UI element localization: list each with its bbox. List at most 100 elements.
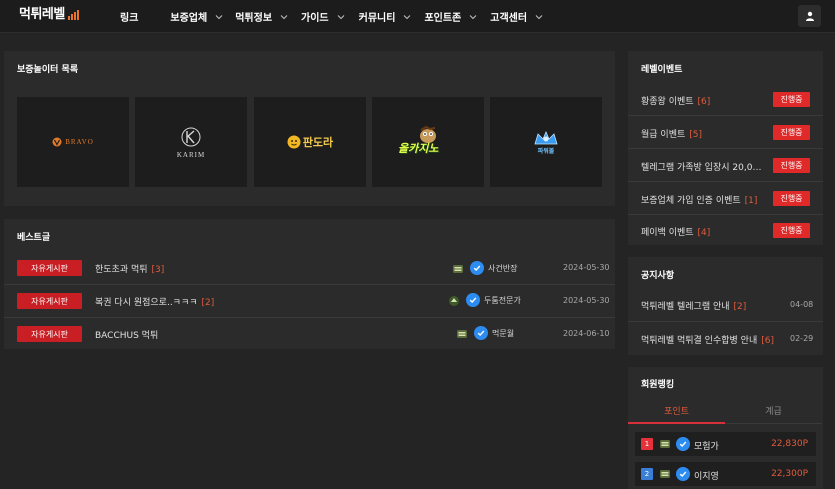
- post-title[interactable]: 복권 다시 원점으로..ㅋㅋㅋ [2]: [95, 295, 214, 308]
- ranking-row[interactable]: 1 모험가 22,830P: [635, 432, 816, 456]
- bravo-logo-icon: [52, 137, 62, 147]
- tab-rank-grade[interactable]: 계급: [725, 398, 822, 424]
- level-badge-icon: [660, 470, 670, 478]
- status-badge: 진행중: [773, 158, 810, 173]
- category-badge[interactable]: 자유게시판: [17, 326, 82, 342]
- partner-card-bravo[interactable]: BRAVO: [17, 97, 129, 187]
- karim-crest-icon: [181, 127, 201, 147]
- member-name[interactable]: 모험가: [694, 439, 719, 452]
- event-title-text: 페이백 이벤트: [641, 228, 694, 238]
- event-title-text: 황종왕 이벤트: [641, 97, 694, 107]
- tab-points[interactable]: 포인트: [628, 398, 725, 424]
- member-points: 22,300P: [771, 469, 808, 479]
- event-title[interactable]: 보증업체 가입 인증 이벤트 [1]: [641, 193, 757, 206]
- partner-card-powerball[interactable]: 파워볼: [490, 97, 602, 187]
- level-badge-icon: [453, 265, 463, 273]
- pandora-face-icon: [287, 135, 301, 149]
- event-row[interactable]: 보증업체 가입 인증 이벤트 [1] 진행중: [628, 182, 823, 215]
- post-date: 2024-05-30: [563, 296, 610, 305]
- nav-item-scam-info[interactable]: 먹튀정보: [235, 0, 288, 33]
- allcasino-logo-text: 올카지노: [398, 142, 439, 155]
- nav-label: 링크: [120, 13, 139, 24]
- notice-date: 02-29: [790, 334, 814, 343]
- notices-title: 공지사항: [641, 271, 675, 281]
- logo-bars-icon: [67, 10, 79, 20]
- event-count: [6]: [697, 97, 711, 107]
- event-row[interactable]: 페이백 이벤트 [4] 진행중: [628, 214, 823, 247]
- verified-icon: [474, 326, 488, 340]
- powerball-logo: 파워볼: [533, 130, 559, 155]
- event-title[interactable]: 텔레그램 가족방 입장시 20,000…: [641, 160, 763, 173]
- tab-label: 포인트: [664, 406, 689, 417]
- ranking-row[interactable]: 2 이지영 22,300P: [635, 462, 816, 486]
- event-count: [1]: [744, 196, 758, 206]
- category-badge[interactable]: 자유게시판: [17, 293, 82, 309]
- nav-label: 보증업체: [170, 13, 208, 24]
- powerball-logo-text: 파워볼: [537, 147, 555, 155]
- event-title[interactable]: 페이백 이벤트 [4]: [641, 225, 710, 238]
- partner-card-pandora[interactable]: 판도라: [254, 97, 366, 187]
- notice-date: 04-08: [790, 300, 814, 309]
- event-row[interactable]: 텔레그램 가족방 입장시 20,000… 진행중: [628, 149, 823, 182]
- event-title-text: 텔레그램 가족방 입장시 20,000…: [641, 163, 763, 173]
- partner-card-karim[interactable]: KARIM: [135, 97, 247, 187]
- status-badge: 진행중: [773, 223, 810, 238]
- event-row[interactable]: 황종왕 이벤트 [6] 진행중: [628, 83, 823, 116]
- verified-icon: [466, 293, 480, 307]
- verified-icon: [676, 437, 690, 451]
- notice-title-text: 먹튀레벨 텔레그램 안내: [641, 302, 730, 312]
- rank-number: 1: [641, 438, 653, 450]
- post-title[interactable]: BACCHUS 먹튀: [95, 328, 162, 341]
- tab-label: 계급: [765, 407, 782, 417]
- notice-count: [2]: [733, 302, 747, 312]
- nav-item-support[interactable]: 고객센터: [490, 0, 543, 33]
- level-badge-icon: [457, 330, 467, 338]
- category-badge[interactable]: 자유게시판: [17, 260, 82, 276]
- best-post-row[interactable]: 자유게시판 한도초과 먹튀 [3] 사건반장 2024-05-30: [4, 252, 615, 284]
- ranking-title: 회원랭킹: [641, 380, 675, 390]
- event-row[interactable]: 월급 이벤트 [5] 진행중: [628, 116, 823, 149]
- post-author[interactable]: 사건반장: [488, 263, 517, 274]
- best-post-row[interactable]: 자유게시판 BACCHUS 먹튀 먹문월 2024-06-10: [4, 317, 615, 349]
- chevron-down-icon: [280, 14, 288, 19]
- status-badge: 진행중: [773, 125, 810, 140]
- verified-icon: [676, 467, 690, 481]
- post-title[interactable]: 한도초과 먹튀 [3]: [95, 262, 164, 275]
- nav-item-community[interactable]: 커뮤니티: [359, 0, 412, 33]
- best-post-row[interactable]: 자유게시판 복권 다시 원점으로..ㅋㅋㅋ [2] 두툼전문가 2024-05-3…: [4, 284, 615, 316]
- event-title[interactable]: 월급 이벤트 [5]: [641, 127, 702, 140]
- post-author[interactable]: 두툼전문가: [484, 295, 521, 306]
- partners-title: 보증놀이터 목록: [17, 65, 79, 75]
- notice-row[interactable]: 먹튀레벨 먹튀결 인수합병 안내 [6] 02-29: [628, 321, 823, 354]
- nav-label: 포인트존: [424, 13, 462, 24]
- notice-title[interactable]: 먹튀레벨 먹튀결 인수합병 안내 [6]: [641, 333, 774, 346]
- chevron-down-icon: [404, 14, 411, 19]
- post-author[interactable]: 먹문월: [492, 328, 514, 339]
- allcasino-logo: 올카지노: [398, 125, 458, 157]
- level-badge-icon: [660, 440, 670, 448]
- site-logo[interactable]: 먹튀레벨: [19, 7, 79, 23]
- member-name[interactable]: 이지영: [694, 469, 719, 482]
- nav-label: 먹튀정보: [235, 13, 273, 24]
- nav-item-link[interactable]: 링크: [120, 0, 138, 33]
- user-menu-button[interactable]: [798, 5, 821, 27]
- status-badge: 진행중: [773, 191, 810, 206]
- nav-item-partners[interactable]: 보증업체: [170, 0, 223, 33]
- event-title[interactable]: 황종왕 이벤트 [6]: [641, 94, 710, 107]
- level-badge-icon: [449, 296, 459, 306]
- post-date: 2024-06-10: [563, 329, 610, 338]
- bravo-logo: BRAVO: [52, 137, 94, 147]
- karim-logo-text: KARIM: [176, 151, 206, 159]
- rank-number: 2: [641, 468, 653, 480]
- nav-item-point-zone[interactable]: 포인트존: [424, 0, 477, 33]
- partner-card-allcasino[interactable]: 올카지노: [372, 97, 484, 187]
- event-count: [4]: [697, 228, 711, 238]
- notice-title[interactable]: 먹튀레벨 텔레그램 안내 [2]: [641, 299, 746, 312]
- member-points: 22,830P: [771, 439, 808, 449]
- chevron-down-icon: [469, 14, 477, 19]
- nav-item-guide[interactable]: 가이드: [301, 0, 345, 33]
- bravo-logo-text: BRAVO: [65, 138, 94, 146]
- chevron-down-icon: [337, 14, 345, 19]
- nav-label: 가이드: [301, 13, 329, 24]
- notice-row[interactable]: 먹튀레벨 텔레그램 안내 [2] 04-08: [628, 288, 823, 321]
